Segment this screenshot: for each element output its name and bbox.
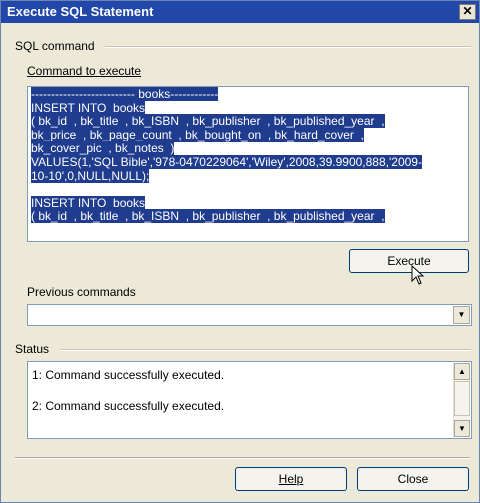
command-text: -------------------------- books--------… [31, 87, 422, 224]
sql-command-group-label: SQL command [15, 39, 99, 53]
close-window-button[interactable]: ✕ [459, 4, 476, 20]
command-line-text: 10-10',0,NULL,NULL); [31, 168, 150, 183]
help-button[interactable]: Help [235, 467, 347, 491]
chevron-down-icon[interactable]: ▼ [453, 306, 470, 324]
previous-commands-label: Previous commands [27, 285, 136, 299]
command-line: ( bk_id , bk_title , bk_ISBN , bk_publis… [31, 114, 422, 129]
command-line-text: INSERT INTO books [31, 195, 146, 210]
command-line-text [31, 182, 34, 196]
status-scrollbar[interactable]: ▲ ▼ [453, 363, 470, 437]
status-group-divider [61, 349, 471, 351]
execute-sql-dialog: Execute SQL Statement ✕ SQL command Comm… [0, 0, 480, 503]
mouse-cursor-icon [411, 265, 425, 285]
arrow-up-icon[interactable]: ▲ [454, 363, 470, 380]
status-list[interactable]: 1: Command successfully executed. 2: Com… [27, 361, 472, 439]
command-line-text: bk_cover_pic , bk_notes ) [31, 141, 175, 156]
command-line-text: ( bk_id , bk_title , bk_ISBN , bk_publis… [31, 114, 385, 129]
close-icon: ✕ [462, 4, 473, 18]
window-title: Execute SQL Statement [7, 4, 154, 19]
close-button[interactable]: Close [357, 467, 469, 491]
help-button-label: Help [278, 472, 304, 486]
scroll-thumb[interactable] [454, 381, 470, 416]
previous-commands-select[interactable]: ▼ [27, 304, 472, 326]
command-line-text: bk_price , bk_page_count , bk_bought_on … [31, 127, 364, 142]
command-line: INSERT INTO books [31, 100, 422, 116]
command-line: INSERT INTO books [31, 195, 422, 211]
status-line-1: 1: Command successfully executed. [32, 368, 225, 382]
command-line: ( bk_id , bk_title , bk_ISBN , bk_publis… [31, 209, 422, 224]
footer-divider [15, 457, 470, 459]
status-line-2: 2: Command successfully executed. [32, 399, 225, 413]
title-bar[interactable]: Execute SQL Statement ✕ [1, 1, 479, 23]
command-line-text: -------------------------- books--------… [31, 87, 219, 101]
command-line: -------------------------- books--------… [31, 87, 422, 102]
command-textarea[interactable]: -------------------------- books--------… [27, 86, 469, 242]
command-line [31, 183, 422, 197]
status-group-label: Status [15, 342, 54, 356]
arrow-down-icon[interactable]: ▼ [454, 420, 470, 437]
execute-button[interactable]: Execute [349, 249, 469, 273]
command-to-execute-label: Command to execute [27, 64, 142, 78]
command-line-text: VALUES(1,'SQL Bible','978-0470229064','W… [31, 154, 422, 169]
sql-group-divider [105, 46, 471, 48]
command-line: bk_cover_pic , bk_notes ) [31, 141, 422, 156]
command-line: 10-10',0,NULL,NULL); [31, 168, 422, 184]
command-line: bk_price , bk_page_count , bk_bought_on … [31, 127, 422, 143]
close-button-label: Close [397, 472, 429, 486]
command-line-text: ( bk_id , bk_title , bk_ISBN , bk_publis… [31, 209, 385, 224]
command-line-text: INSERT INTO books [31, 100, 146, 115]
command-line: VALUES(1,'SQL Bible','978-0470229064','W… [31, 154, 422, 170]
